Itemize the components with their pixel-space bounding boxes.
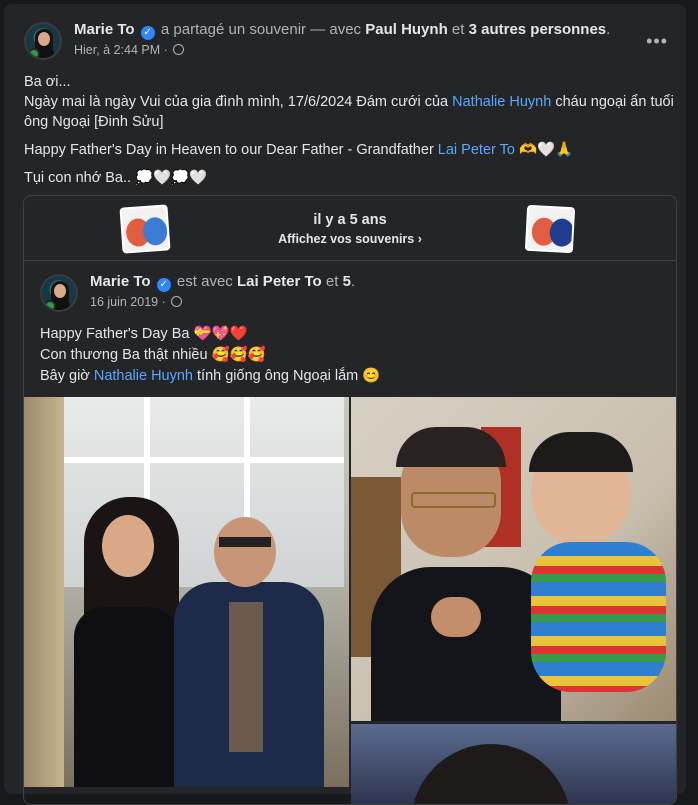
post-line: Happy Father's Day in Heaven to our Dear…	[24, 142, 574, 158]
photo-3[interactable]	[351, 724, 676, 804]
memory-sticker-right	[524, 204, 576, 254]
post-meta: Hier, à 2:44 PM ·	[74, 43, 185, 57]
tagged-person[interactable]: Lai Peter To	[237, 273, 322, 290]
original-author-line: Marie To ✓ est avec Lai Peter To et 5.	[90, 273, 356, 292]
original-meta: 16 juin 2019 ·	[90, 295, 183, 309]
post-card: Marie To ✓ a partagé un souvenir — avec …	[4, 4, 686, 805]
tagged-person[interactable]: Paul Huynh	[365, 21, 448, 38]
globe-icon	[173, 44, 185, 55]
avatar[interactable]	[24, 22, 62, 60]
verified-icon: ✓	[156, 278, 171, 292]
chevron-right-icon: ›	[417, 232, 422, 246]
photo-1[interactable]	[24, 397, 349, 787]
memory-link[interactable]: Affichez vos souvenirs ›	[24, 232, 676, 246]
mention-link[interactable]: Lai Peter To	[438, 142, 515, 158]
photo-2[interactable]	[351, 397, 676, 721]
author-name[interactable]: Marie To	[90, 273, 151, 290]
tagged-count[interactable]: 5	[343, 273, 351, 290]
mention-link[interactable]: Nathalie Huynh	[94, 368, 193, 384]
post-line: Ba ơi... Ngày mai là ngày Vui của gia đì…	[24, 74, 674, 130]
memory-banner[interactable]: il y a 5 ans Affichez vos souvenirs ›	[24, 196, 676, 261]
post-author-line: Marie To ✓ a partagé un souvenir — avec …	[74, 21, 611, 40]
post-time[interactable]: Hier, à 2:44 PM	[74, 43, 160, 57]
post-line: Tụi con nhớ Ba.. 💭🤍💭🤍	[24, 170, 208, 186]
original-post-header: Marie To ✓ est avec Lai Peter To et 5. 1…	[40, 271, 660, 315]
original-body: Happy Father's Day Ba 💝💖❤️ Con thương Ba…	[40, 326, 381, 384]
original-time[interactable]: 16 juin 2019	[90, 295, 158, 309]
tagged-others[interactable]: 3 autres personnes	[469, 21, 607, 38]
more-options-icon[interactable]: •••	[646, 31, 668, 52]
memory-title: il y a 5 ans	[313, 212, 387, 228]
post-header: Marie To ✓ a partagé un souvenir — avec …	[24, 19, 674, 63]
shared-memory: il y a 5 ans Affichez vos souvenirs › Ma…	[23, 195, 677, 805]
avatar[interactable]	[40, 274, 78, 312]
mention-link[interactable]: Nathalie Huynh	[452, 94, 551, 110]
globe-icon	[171, 296, 183, 307]
verified-icon: ✓	[140, 26, 155, 40]
author-name[interactable]: Marie To	[74, 21, 135, 38]
post-body: Ba ơi... Ngày mai là ngày Vui của gia đì…	[24, 72, 674, 196]
